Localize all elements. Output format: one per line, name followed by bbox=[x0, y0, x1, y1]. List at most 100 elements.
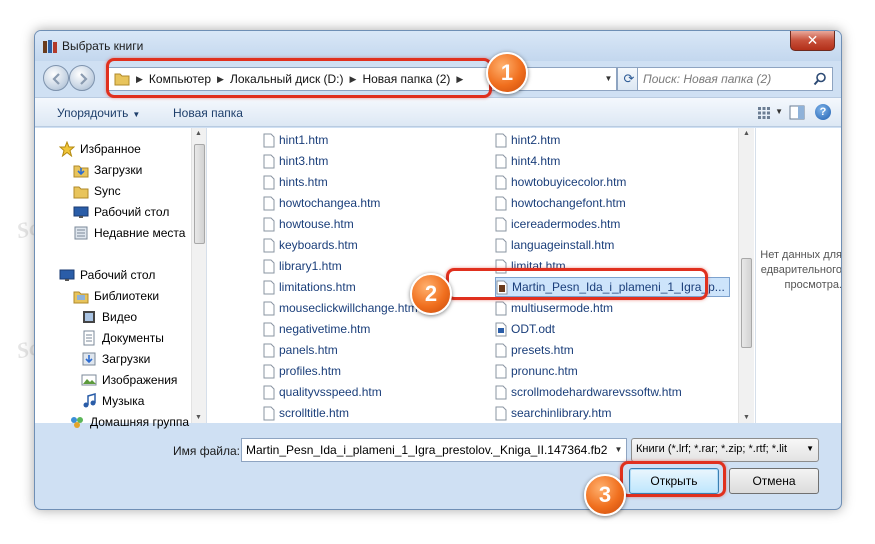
folder-icon bbox=[73, 186, 89, 198]
file-name: searchinlibrary.htm bbox=[511, 406, 612, 420]
search-box[interactable]: Поиск: Новая папка (2) bbox=[637, 67, 833, 91]
nav-sync[interactable]: Sync bbox=[73, 180, 121, 201]
preview-pane-icon[interactable] bbox=[789, 105, 805, 120]
html-file-icon bbox=[495, 301, 507, 315]
file-item[interactable]: mouseclickwillchange.htm bbox=[263, 298, 418, 318]
file-list-scrollbar[interactable]: ▲ ▼ bbox=[738, 128, 754, 423]
scroll-up-icon[interactable]: ▲ bbox=[743, 130, 750, 137]
html-file-icon bbox=[263, 301, 275, 315]
file-item[interactable]: limitations.htm bbox=[263, 277, 356, 297]
books-app-icon bbox=[43, 40, 57, 53]
nav-label: Библиотеки bbox=[94, 288, 160, 303]
file-item[interactable]: negativetime.htm bbox=[263, 319, 370, 339]
nav-recent-places[interactable]: Недавние места bbox=[73, 222, 185, 243]
scroll-down-icon[interactable]: ▼ bbox=[743, 414, 750, 421]
callout-badge-3: 3 bbox=[584, 474, 626, 516]
star-icon bbox=[59, 140, 75, 157]
scroll-thumb[interactable] bbox=[741, 258, 752, 348]
filename-history-dropdown[interactable]: ▼ bbox=[611, 439, 626, 461]
html-file-icon bbox=[495, 406, 507, 420]
nav-desktop-root[interactable]: Рабочий стол bbox=[59, 264, 155, 285]
organize-button[interactable]: Упорядочить ▼ bbox=[57, 106, 140, 120]
file-name: howtochangefont.htm bbox=[511, 196, 626, 210]
forward-button[interactable] bbox=[69, 65, 95, 91]
file-item[interactable]: presets.htm bbox=[495, 340, 574, 360]
nav-homegroup[interactable]: Домашняя группа bbox=[69, 411, 189, 432]
nav-video[interactable]: Видео bbox=[81, 306, 137, 327]
file-item[interactable]: hint4.htm bbox=[495, 151, 560, 171]
file-item[interactable]: ODT.odt bbox=[495, 319, 555, 339]
nav-label: Sync bbox=[94, 183, 121, 198]
html-file-icon bbox=[263, 259, 275, 273]
title-bar[interactable]: Выбрать книги ✕ bbox=[35, 31, 841, 61]
file-item[interactable]: scrolltitle.htm bbox=[263, 403, 349, 423]
html-file-icon bbox=[495, 217, 507, 231]
filetype-select[interactable]: Книги (*.lrf; *.rar; *.zip; *.rtf; *.lit… bbox=[631, 438, 819, 462]
html-file-icon bbox=[263, 133, 275, 147]
file-item[interactable]: howtouse.htm bbox=[263, 214, 354, 234]
file-item[interactable]: qualityvsspeed.htm bbox=[263, 382, 382, 402]
cancel-button[interactable]: Отмена bbox=[729, 468, 819, 494]
file-item[interactable]: searchinlibrary.htm bbox=[495, 403, 611, 423]
file-item[interactable]: pronunc.htm bbox=[495, 361, 578, 381]
file-item[interactable]: panels.htm bbox=[263, 340, 338, 360]
search-input[interactable]: Поиск: Новая папка (2) bbox=[643, 72, 771, 86]
html-file-icon bbox=[263, 154, 275, 168]
file-item[interactable]: multiusermode.htm bbox=[495, 298, 613, 318]
file-item[interactable]: library1.htm bbox=[263, 256, 342, 276]
nav-label: Документы bbox=[102, 330, 164, 345]
nav-downloads[interactable]: Загрузки bbox=[73, 159, 142, 180]
nav-pictures[interactable]: Изображения bbox=[81, 369, 177, 390]
file-item[interactable]: hint2.htm bbox=[495, 130, 560, 150]
html-file-icon bbox=[263, 238, 275, 252]
file-name: negativetime.htm bbox=[279, 322, 371, 336]
back-button[interactable] bbox=[43, 65, 69, 91]
file-item[interactable]: hints.htm bbox=[263, 172, 328, 192]
navigation-scrollbar[interactable]: ▲ ▼ bbox=[191, 128, 206, 423]
scroll-thumb[interactable] bbox=[194, 144, 205, 244]
file-item[interactable]: howtochangea.htm bbox=[263, 193, 380, 213]
nav-documents[interactable]: Документы bbox=[81, 327, 164, 348]
nav-label: Загрузки bbox=[102, 351, 151, 366]
file-item[interactable]: howtochangefont.htm bbox=[495, 193, 626, 213]
help-icon[interactable]: ? bbox=[815, 104, 831, 120]
file-name: hint1.htm bbox=[279, 133, 329, 147]
search-icon[interactable] bbox=[813, 72, 827, 86]
desktop-icon bbox=[73, 206, 89, 218]
html-file-icon bbox=[263, 175, 275, 189]
preview-message: Нет данных для едварительного просмотра. bbox=[760, 249, 842, 291]
nav-library-downloads[interactable]: Загрузки bbox=[81, 348, 150, 369]
close-icon: ✕ bbox=[806, 32, 819, 48]
nav-favorites[interactable]: Избранное bbox=[59, 138, 141, 159]
file-item[interactable]: keyboards.htm bbox=[263, 235, 358, 255]
file-item[interactable]: languageinstall.htm bbox=[495, 235, 614, 255]
file-name: panels.htm bbox=[279, 343, 338, 357]
file-item[interactable]: hint1.htm bbox=[263, 130, 328, 150]
recent-places-icon bbox=[74, 226, 88, 239]
window-title: Выбрать книги bbox=[62, 39, 144, 53]
command-bar: Упорядочить ▼ Новая папка ▼ ? bbox=[35, 97, 841, 127]
nav-music[interactable]: Музыка bbox=[81, 390, 144, 411]
address-history-dropdown[interactable]: ▼ bbox=[601, 67, 617, 91]
preview-pane: Нет данных для едварительного просмотра. bbox=[755, 128, 842, 423]
view-options-dropdown[interactable]: ▼ bbox=[775, 107, 783, 116]
refresh-icon: ⟳ bbox=[623, 71, 635, 86]
file-name: howtochangea.htm bbox=[279, 196, 381, 210]
close-button[interactable]: ✕ bbox=[790, 31, 835, 51]
nav-libraries[interactable]: Библиотеки bbox=[73, 285, 159, 306]
scroll-down-icon[interactable]: ▼ bbox=[195, 414, 202, 421]
file-name: multiusermode.htm bbox=[511, 301, 614, 315]
filename-input[interactable]: Martin_Pesn_Ida_i_plameni_1_Igra_prestol… bbox=[241, 438, 627, 462]
scroll-up-icon[interactable]: ▲ bbox=[195, 130, 202, 137]
file-item[interactable]: howtobuyicecolor.htm bbox=[495, 172, 626, 192]
odt-document-icon bbox=[495, 322, 507, 336]
change-view-icon[interactable] bbox=[757, 106, 771, 120]
file-item[interactable]: profiles.htm bbox=[263, 361, 341, 381]
new-folder-button[interactable]: Новая папка bbox=[173, 106, 243, 120]
html-file-icon bbox=[495, 154, 507, 168]
nav-desktop[interactable]: Рабочий стол bbox=[73, 201, 169, 222]
open-file-dialog: Выбрать книги ✕ ▶ Компьютер ▶ Локальный … bbox=[34, 30, 842, 510]
file-item[interactable]: icereadermodes.htm bbox=[495, 214, 620, 234]
file-item[interactable]: hint3.htm bbox=[263, 151, 328, 171]
file-item[interactable]: scrollmodehardwarevssoftw.htm bbox=[495, 382, 682, 402]
